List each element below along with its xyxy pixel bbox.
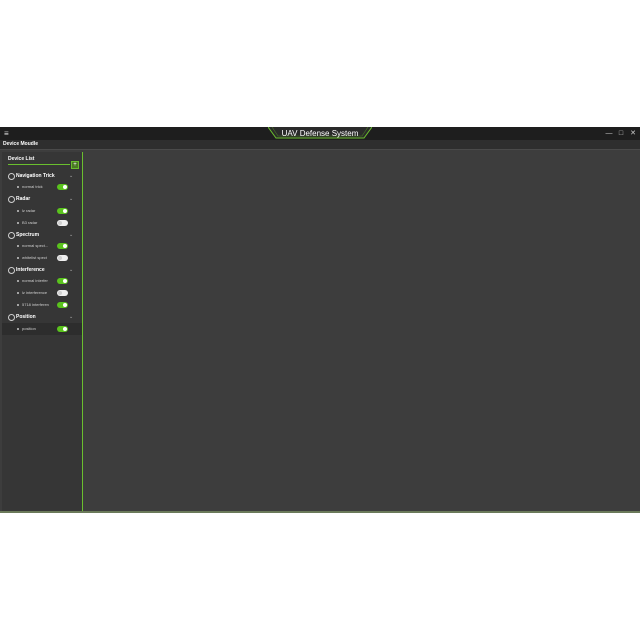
hamburger-menu-icon[interactable]: ≡ xyxy=(4,130,11,138)
title-bar: ≡ UAV Defense System — □ ✕ xyxy=(0,127,640,140)
device-list-divider xyxy=(8,164,70,165)
device-label: position xyxy=(22,326,36,331)
add-device-button[interactable]: + xyxy=(71,161,79,169)
device-list-panel: Device List + Navigation Trick ⌄ normal … xyxy=(2,152,82,511)
panel-splitter[interactable] xyxy=(82,152,83,511)
device-toggle[interactable] xyxy=(57,255,68,261)
device-item-normal-spectrum[interactable]: normal spect... xyxy=(2,240,82,252)
position-icon xyxy=(8,314,15,321)
device-toggle[interactable] xyxy=(57,220,68,226)
chevron-down-icon[interactable]: ⌄ xyxy=(69,230,73,240)
device-toggle[interactable] xyxy=(57,290,68,296)
bullet-icon xyxy=(17,292,19,294)
device-item-normal-trick[interactable]: normal trick xyxy=(2,181,82,193)
device-label: lz interference xyxy=(22,290,48,295)
module-title: Device Moudle xyxy=(3,141,39,147)
group-navigation-trick[interactable]: Navigation Trick ⌄ xyxy=(2,171,82,181)
bullet-icon xyxy=(17,304,19,306)
device-toggle[interactable] xyxy=(57,302,68,308)
maximize-button[interactable]: □ xyxy=(616,129,626,138)
group-label: Interference xyxy=(16,267,45,273)
group-interference[interactable]: Interference ⌄ xyxy=(2,265,82,275)
group-spectrum[interactable]: Spectrum ⌄ xyxy=(2,230,82,240)
device-label: 5718 interferen xyxy=(22,302,49,307)
title-plate: UAV Defense System xyxy=(268,127,372,140)
device-toggle[interactable] xyxy=(57,243,68,249)
chevron-down-icon[interactable]: ⌄ xyxy=(69,312,73,322)
device-label: B3 radar xyxy=(22,220,38,225)
group-label: Navigation Trick xyxy=(16,173,55,179)
group-label: Radar xyxy=(16,196,31,202)
device-label: normal trick xyxy=(22,184,43,189)
app-window: ≡ UAV Defense System — □ ✕ Device Moudle… xyxy=(0,127,640,513)
navigation-icon xyxy=(8,173,15,180)
chevron-down-icon[interactable]: ⌄ xyxy=(69,265,73,275)
chevron-down-icon[interactable]: ⌄ xyxy=(69,194,73,204)
device-item-lz-radar[interactable]: lz radar xyxy=(2,205,82,217)
device-item-whitelist-spectrum[interactable]: whitelist spect xyxy=(2,252,82,264)
close-button[interactable]: ✕ xyxy=(628,129,638,138)
window-title: UAV Defense System xyxy=(281,129,359,138)
main-content-area xyxy=(86,152,638,511)
device-label: normal spect... xyxy=(22,243,49,248)
bullet-icon xyxy=(17,210,19,212)
interference-icon xyxy=(8,267,15,274)
device-item-lz-interference[interactable]: lz interference xyxy=(2,287,82,299)
bullet-icon xyxy=(17,186,19,188)
device-toggle[interactable] xyxy=(57,184,68,190)
device-label: whitelist spect xyxy=(22,255,47,260)
bullet-icon xyxy=(17,328,19,330)
device-toggle[interactable] xyxy=(57,278,68,284)
device-toggle[interactable] xyxy=(57,208,68,214)
bullet-icon xyxy=(17,222,19,224)
module-bar: Device Moudle xyxy=(0,140,640,150)
device-item-5718-interference[interactable]: 5718 interferen xyxy=(2,299,82,311)
device-item-position[interactable]: position xyxy=(2,323,82,335)
chevron-down-icon[interactable]: ⌄ xyxy=(69,171,73,181)
map-background-strip xyxy=(0,511,640,513)
group-position[interactable]: Position ⌄ xyxy=(2,312,82,322)
device-item-normal-interference[interactable]: normal interfer xyxy=(2,275,82,287)
device-toggle[interactable] xyxy=(57,326,68,332)
bullet-icon xyxy=(17,280,19,282)
device-label: lz radar xyxy=(22,208,36,213)
device-item-b3-radar[interactable]: B3 radar xyxy=(2,217,82,229)
spectrum-icon xyxy=(8,232,15,239)
group-radar[interactable]: Radar ⌄ xyxy=(2,194,82,204)
group-label: Position xyxy=(16,314,36,320)
group-label: Spectrum xyxy=(16,232,40,238)
minimize-button[interactable]: — xyxy=(604,129,614,138)
radar-icon xyxy=(8,196,15,203)
bullet-icon xyxy=(17,257,19,259)
device-label: normal interfer xyxy=(22,278,48,283)
device-list-title: Device List xyxy=(8,156,35,162)
bullet-icon xyxy=(17,245,19,247)
